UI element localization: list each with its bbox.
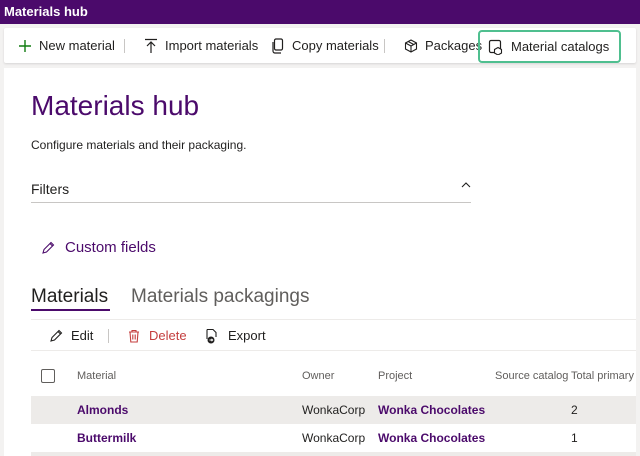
select-all-checkbox[interactable] <box>41 369 55 383</box>
copy-materials-label: Copy materials <box>292 38 379 53</box>
command-divider <box>124 39 125 53</box>
grid-command-bar: Edit Delete Export <box>31 319 636 351</box>
new-material-button[interactable]: New material <box>18 28 115 63</box>
project-link[interactable]: Wonka Chocolates <box>378 403 485 417</box>
owner-cell: WonkaCorp <box>302 431 366 445</box>
edit-label: Edit <box>71 328 94 343</box>
delete-label: Delete <box>149 328 187 343</box>
custom-fields-button[interactable]: Custom fields <box>41 239 156 256</box>
command-bar: New material Import materials Copy mater… <box>4 28 636 63</box>
delete-button[interactable]: Delete <box>127 320 187 351</box>
new-material-label: New material <box>39 38 115 53</box>
page-title: Materials hub <box>31 90 200 121</box>
command-divider <box>108 329 109 343</box>
copy-icon <box>272 37 284 54</box>
filters-section-toggle[interactable]: Filters <box>31 178 471 203</box>
table-row[interactable]: Almonds WonkaCorp Wonka Chocolates 2 <box>31 396 636 424</box>
tab-materials[interactable]: Materials <box>31 286 108 308</box>
column-header-project[interactable]: Project <box>378 370 412 382</box>
catalog-icon <box>488 39 503 55</box>
upload-icon <box>145 38 157 53</box>
import-materials-label: Import materials <box>165 38 259 53</box>
export-button[interactable]: Export <box>204 320 266 351</box>
packages-button[interactable]: Packages <box>404 28 482 63</box>
chevron-up-icon <box>461 182 471 188</box>
column-header-total-primary[interactable]: Total primary <box>571 370 634 382</box>
package-icon <box>404 38 418 53</box>
table-header: Material Owner Project Source catalog To… <box>31 364 636 388</box>
command-divider <box>384 39 385 53</box>
pencil-icon <box>42 241 55 254</box>
project-link[interactable]: Wonka Chocolates <box>378 431 485 445</box>
edit-button[interactable]: Edit <box>49 320 93 351</box>
filters-label: Filters <box>31 181 70 197</box>
column-header-owner[interactable]: Owner <box>302 370 334 382</box>
import-materials-button[interactable]: Import materials <box>144 28 258 63</box>
material-name-link[interactable]: Almonds <box>77 403 128 417</box>
material-name-link[interactable]: Buttermilk <box>77 431 136 445</box>
app-title-bar: Materials hub <box>0 0 640 24</box>
column-header-source-catalog[interactable]: Source catalog <box>495 370 568 382</box>
owner-cell: WonkaCorp <box>302 403 366 417</box>
column-header-material[interactable]: Material <box>77 370 116 382</box>
material-catalogs-label: Material catalogs <box>511 39 610 54</box>
page-subtitle: Configure materials and their packaging. <box>31 138 247 152</box>
custom-fields-label: Custom fields <box>65 239 156 256</box>
export-icon <box>206 328 217 343</box>
export-label: Export <box>228 328 266 343</box>
table-row[interactable]: Buttermilk WonkaCorp Wonka Chocolates 1 <box>31 424 636 452</box>
tab-materials-packagings[interactable]: Materials packagings <box>131 286 309 308</box>
main-panel: Materials hub Configure materials and th… <box>4 68 636 456</box>
material-catalogs-button[interactable]: Material catalogs <box>478 30 622 63</box>
pencil-icon <box>50 329 63 342</box>
packages-label: Packages <box>425 38 483 53</box>
total-primary-cell: 1 <box>571 431 578 445</box>
total-primary-cell: 2 <box>571 403 578 417</box>
trash-icon <box>129 329 139 343</box>
active-tab-indicator <box>31 309 110 311</box>
copy-materials-button[interactable]: Copy materials <box>271 28 379 63</box>
next-row-edge <box>31 452 636 456</box>
plus-icon <box>19 39 31 52</box>
